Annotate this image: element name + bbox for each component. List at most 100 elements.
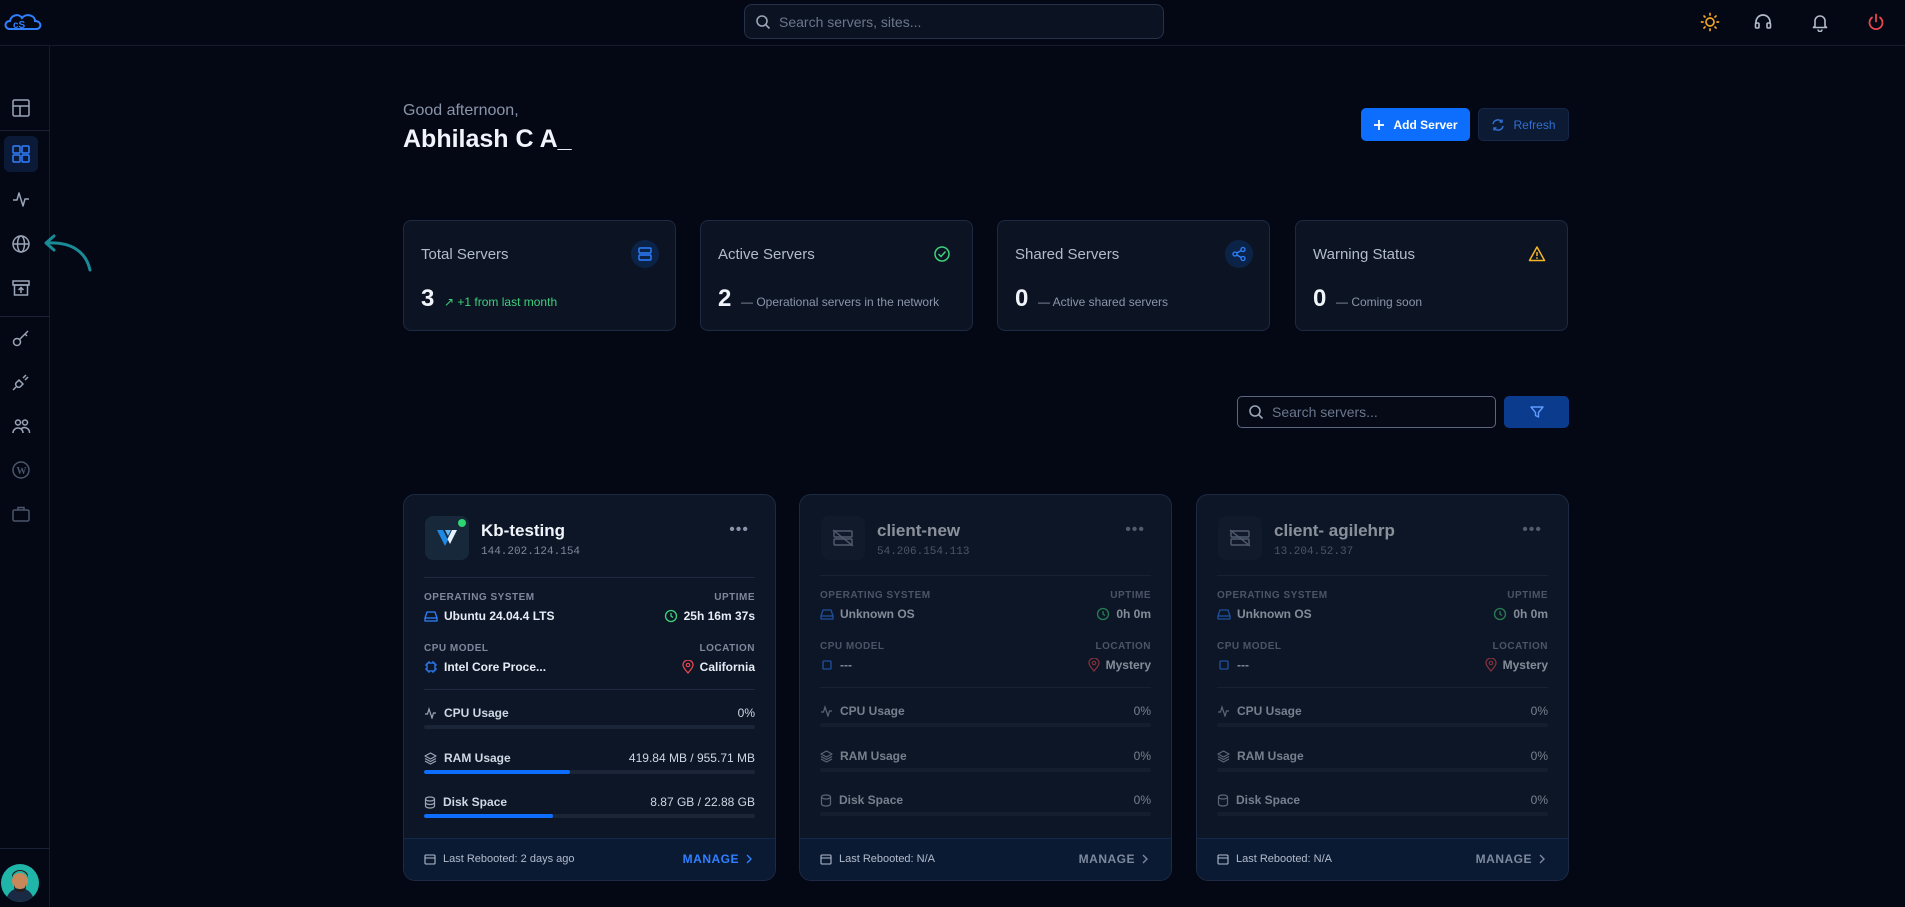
stat-value: 0	[1015, 285, 1029, 312]
ram-usage-value: 419.84 MB / 955.71 MB	[628, 751, 755, 765]
briefcase-icon[interactable]	[4, 496, 38, 532]
stat-subtext-label: +1 from last month	[457, 295, 558, 309]
progress-track	[1217, 768, 1548, 772]
cpu-usage-metric: CPU Usage 0%	[1217, 704, 1548, 728]
wordpress-icon[interactable]: W	[4, 452, 38, 488]
cpu-model-label: CPU MODEL	[424, 643, 489, 654]
svg-text:cS: cS	[13, 20, 26, 31]
search-icon	[756, 14, 771, 29]
global-search-box[interactable]	[744, 4, 1164, 39]
power-icon[interactable]	[1863, 9, 1889, 35]
layers-icon	[1217, 749, 1230, 763]
keys-icon[interactable]	[4, 320, 38, 356]
stat-subtext: — Active shared servers	[1038, 295, 1169, 309]
avatar[interactable]	[1, 864, 39, 902]
filter-icon	[1529, 406, 1544, 418]
last-rebooted: Last Rebooted: 2 days ago	[424, 853, 574, 865]
last-rebooted: Last Rebooted: N/A	[1217, 853, 1332, 865]
support-headset-icon[interactable]	[1750, 9, 1776, 35]
stat-card-total-servers: Total Servers 3 ↗ +1 from last month	[403, 220, 676, 331]
server-card-footer: Last Rebooted: N/A MANAGE	[1197, 838, 1568, 880]
stat-value: 2	[718, 285, 732, 312]
dashboard-icon[interactable]	[4, 90, 38, 126]
disk-space-value: 8.87 GB / 22.88 GB	[650, 795, 755, 809]
cpu-chip-icon	[1219, 660, 1229, 670]
server-search-box[interactable]	[1237, 396, 1496, 428]
calendar-icon	[1217, 854, 1229, 865]
global-search-input[interactable]	[779, 13, 1139, 30]
add-server-button[interactable]: Add Server	[1361, 108, 1470, 141]
chevron-right-icon	[746, 854, 752, 864]
vultr-logo-icon	[425, 516, 469, 560]
cpu-usage-value: 0%	[737, 706, 755, 720]
disk-space-metric: Disk Space 0%	[1217, 793, 1548, 817]
clock-icon	[1494, 607, 1507, 621]
refresh-button[interactable]: Refresh	[1478, 108, 1569, 141]
uptime-text: 25h 16m 37s	[683, 609, 755, 623]
cpu-usage-label: CPU Usage	[820, 704, 905, 718]
location-label: LOCATION	[1492, 641, 1548, 652]
brand-logo-icon[interactable]: cS	[2, 9, 46, 35]
server-off-icon	[1218, 516, 1262, 560]
os-label: OPERATING SYSTEM	[1217, 590, 1328, 601]
last-rebooted: Last Rebooted: N/A	[820, 853, 935, 865]
server-ip: 13.204.52.37	[1274, 546, 1354, 558]
divider	[424, 577, 755, 578]
cpu-usage-label: CPU Usage	[424, 706, 509, 720]
more-options-icon[interactable]: •••	[1522, 521, 1542, 539]
server-card-footer: Last Rebooted: N/A MANAGE	[800, 838, 1171, 880]
add-server-label: Add Server	[1393, 117, 1458, 132]
activity-icon[interactable]	[4, 181, 38, 217]
stat-subtext: — Coming soon	[1336, 295, 1423, 309]
server-card[interactable]: Kb-testing 144.202.124.154 ••• OPERATING…	[403, 494, 776, 881]
sites-globe-icon[interactable]	[4, 226, 38, 262]
manage-button[interactable]: MANAGE	[1079, 852, 1149, 866]
more-options-icon[interactable]: •••	[729, 521, 749, 539]
database-icon	[1217, 793, 1229, 807]
divider	[1217, 687, 1548, 688]
theme-sun-icon[interactable]	[1697, 9, 1723, 35]
server-name: client-new	[877, 521, 961, 540]
server-card[interactable]: client- agilehrp 13.204.52.37 ••• OPERAT…	[1196, 494, 1569, 881]
cpu-chip-icon	[822, 660, 832, 670]
disk-space-label: Disk Space	[1217, 793, 1300, 807]
team-icon[interactable]	[4, 408, 38, 444]
chevron-right-icon	[1539, 854, 1545, 864]
progress-track	[820, 768, 1151, 772]
cpu-usage-value: 0%	[1133, 704, 1151, 718]
ram-usage-metric: RAM Usage 0%	[820, 749, 1151, 773]
progress-track	[820, 812, 1151, 816]
check-circle-icon	[928, 240, 956, 268]
ram-usage-metric: RAM Usage 0%	[1217, 749, 1548, 773]
integrations-plug-icon[interactable]	[4, 364, 38, 400]
share-icon	[1225, 240, 1253, 268]
disk-space-value: 0%	[1530, 793, 1548, 807]
server-card[interactable]: client-new 54.206.154.113 ••• OPERATING …	[799, 494, 1172, 881]
trend-up-icon: ↗	[444, 295, 455, 309]
chevron-right-icon	[1142, 854, 1148, 864]
uptime-value: 0h 0m	[1096, 607, 1151, 621]
greeting-text: Good afternoon,	[403, 102, 519, 119]
top-bar: cS	[0, 0, 1905, 46]
server-card-footer: Last Rebooted: 2 days ago MANAGE	[404, 838, 775, 880]
disk-space-label: Disk Space	[820, 793, 903, 807]
cpu-model-value: ---	[1217, 658, 1249, 672]
location-pin-icon	[682, 660, 694, 674]
svg-text:W: W	[17, 466, 27, 477]
progress-track	[1217, 723, 1548, 727]
os-disk-icon	[1217, 609, 1231, 620]
servers-grid-icon[interactable]	[4, 136, 38, 172]
cpu-model-value: ---	[820, 658, 852, 672]
os-value: Unknown OS	[820, 607, 915, 621]
disk-space-value: 0%	[1133, 793, 1151, 807]
server-search-input[interactable]	[1272, 404, 1492, 420]
uptime-label: UPTIME	[714, 592, 755, 603]
notification-bell-icon[interactable]	[1807, 9, 1833, 35]
deploy-icon[interactable]	[4, 270, 38, 306]
clock-icon	[664, 609, 677, 623]
filter-button[interactable]	[1504, 396, 1569, 428]
more-options-icon[interactable]: •••	[1125, 521, 1145, 539]
server-name: Kb-testing	[481, 521, 566, 540]
manage-button[interactable]: MANAGE	[683, 852, 753, 866]
manage-button[interactable]: MANAGE	[1476, 852, 1546, 866]
